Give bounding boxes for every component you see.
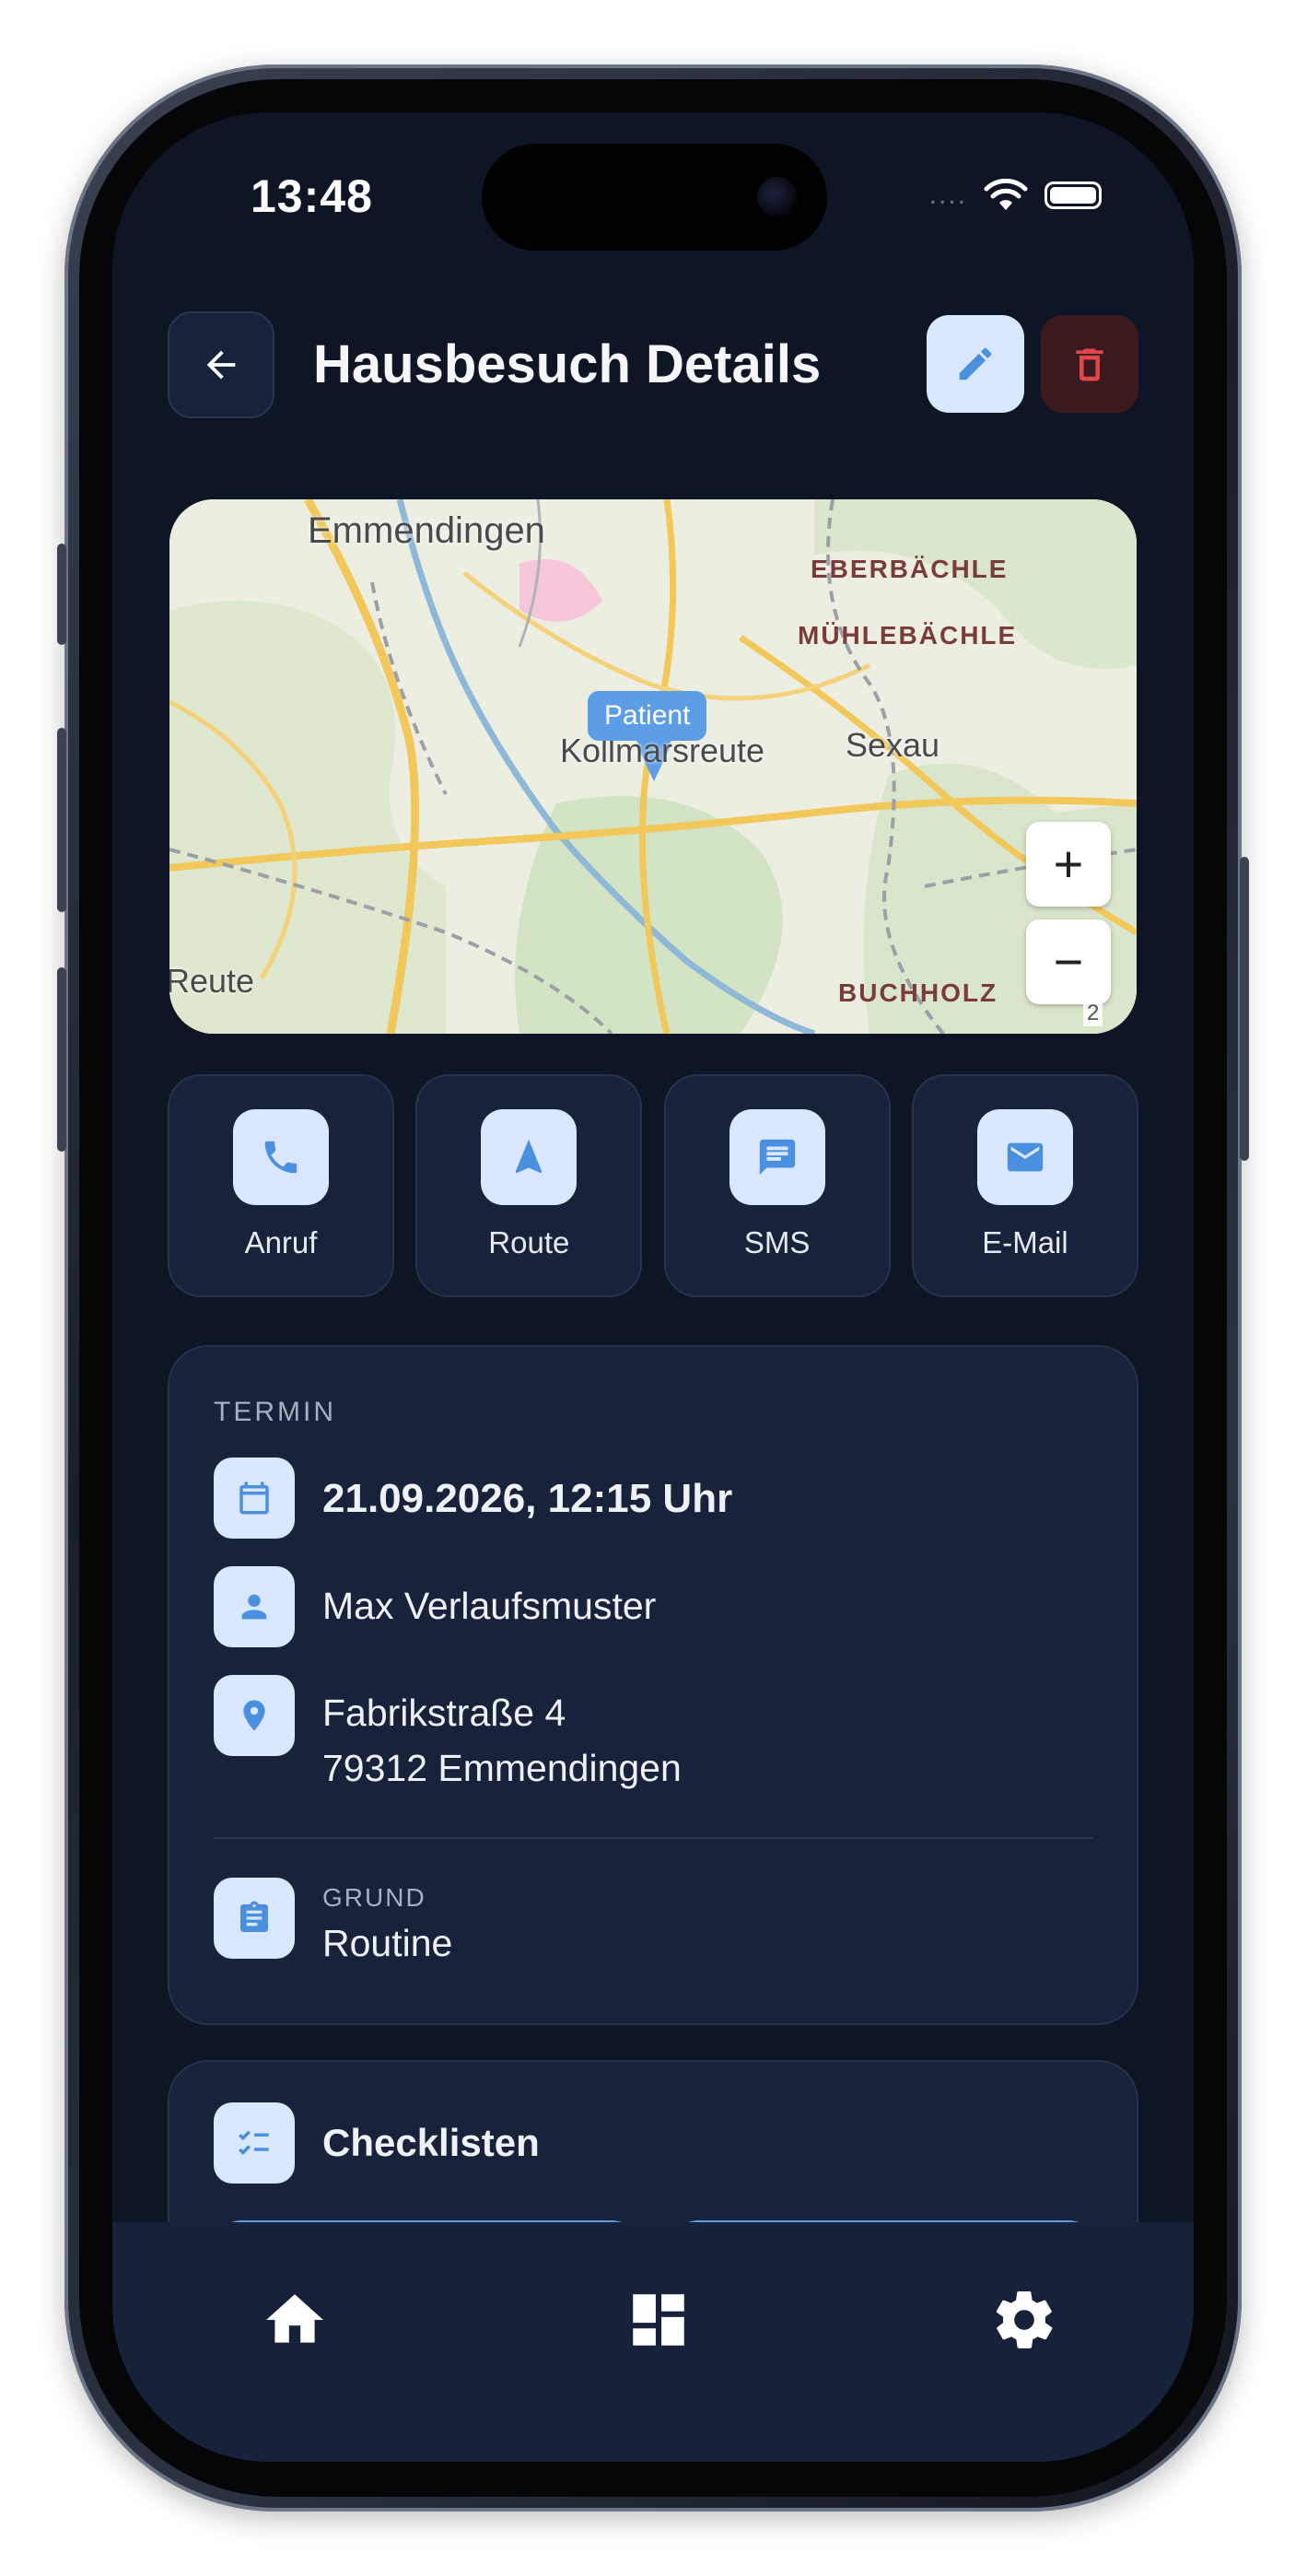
appointment-card: TERMIN 21.09.2026, 12:15 Uhr Max Verlauf…	[168, 1345, 1138, 2025]
email-label: E-Mail	[982, 1225, 1068, 1259]
appointment-date: 21.09.2026, 12:15 Uhr	[322, 1476, 733, 1521]
nav-settings[interactable]	[987, 2283, 1061, 2357]
home-icon	[266, 2294, 323, 2343]
volume-down-button	[57, 967, 66, 1152]
call-icon-tile	[233, 1109, 329, 1205]
location-pin-icon	[243, 1700, 265, 1731]
address-city: 79312 Emmendingen	[322, 1747, 682, 1789]
sms-icon-tile	[729, 1109, 825, 1205]
edit-button[interactable]	[927, 315, 1024, 413]
map-label-emmendingen: Emmendingen	[308, 510, 545, 551]
wifi-icon	[984, 179, 1028, 210]
battery-icon	[1044, 181, 1102, 209]
signal-dots: ....	[928, 180, 967, 210]
nav-home[interactable]	[258, 2283, 332, 2357]
navigation-arrow-icon	[515, 1139, 543, 1174]
map-label-sexau: Sexau	[846, 726, 940, 764]
back-button[interactable]	[168, 311, 274, 418]
email-icon-tile	[976, 1109, 1073, 1205]
arrow-left-icon	[206, 350, 236, 380]
map-view[interactable]: Emmendingen EBERBÄCHLE MÜHLEBÄCHLE Kollm…	[169, 499, 1137, 1034]
settings-gear-icon	[996, 2291, 1053, 2348]
address-icon-tile	[214, 1675, 295, 1756]
clipboard-icon	[240, 1901, 268, 1932]
checklists-title: Checklisten	[322, 2121, 540, 2164]
reason-label: GRUND	[322, 1883, 426, 1912]
route-icon-tile	[481, 1109, 578, 1205]
volume-up-button	[57, 728, 66, 912]
patient-name: Max Verlaufsmuster	[322, 1585, 657, 1627]
phone-icon	[264, 1141, 298, 1174]
patient-marker-label: Patient	[588, 691, 707, 741]
message-icon	[759, 1139, 795, 1176]
map-label-reute: Reute	[169, 962, 255, 1000]
reason-icon-tile	[214, 1878, 295, 1959]
calendar-icon	[239, 1481, 269, 1515]
checklist-icon-tile	[214, 2102, 295, 2184]
zoom-out-button[interactable]: −	[1026, 919, 1111, 1004]
status-time: 13:48	[251, 170, 373, 222]
call-label: Anruf	[244, 1225, 318, 1259]
sms-label: SMS	[743, 1225, 811, 1259]
email-action-button[interactable]: E-Mail	[911, 1074, 1138, 1297]
status-icons: ....	[929, 179, 1102, 212]
address-street: Fabrikstraße 4	[322, 1692, 566, 1734]
front-camera	[757, 177, 798, 217]
route-action-button[interactable]: Route	[415, 1074, 643, 1297]
map-label-buchholz: BUCHHOLZ	[838, 978, 998, 1007]
person-icon	[241, 1594, 267, 1620]
pencil-icon	[959, 347, 992, 381]
zoom-in-button[interactable]: +	[1026, 822, 1111, 907]
route-label: Route	[488, 1225, 570, 1259]
card-divider	[214, 1837, 1092, 1839]
power-button	[1240, 857, 1249, 1161]
mail-icon	[1007, 1142, 1044, 1172]
app-screen: 13:48 .... Hausbesuch Details Emmendinge…	[112, 112, 1194, 2462]
silent-switch	[57, 544, 66, 645]
nav-dashboard[interactable]	[622, 2283, 695, 2357]
map-attribution[interactable]: 2	[1083, 1001, 1103, 1026]
bottom-navigation	[112, 2222, 1194, 2462]
sms-action-button[interactable]: SMS	[663, 1074, 891, 1297]
dashboard-icon	[633, 2294, 684, 2346]
delete-button[interactable]	[1041, 315, 1138, 413]
call-action-button[interactable]: Anruf	[168, 1074, 394, 1297]
termin-section-label: TERMIN	[214, 1397, 336, 1427]
top-app-bar: Hausbesuch Details	[168, 311, 1138, 418]
map-label-muehlebaechle: MÜHLEBÄCHLE	[798, 621, 1018, 650]
page-title: Hausbesuch Details	[313, 334, 822, 394]
map-label-eberbaechle: EBERBÄCHLE	[811, 555, 1009, 583]
trash-icon	[1076, 348, 1103, 381]
reason-value: Routine	[322, 1922, 453, 1964]
date-icon-tile	[214, 1458, 295, 1539]
dynamic-island	[482, 144, 827, 251]
quick-actions: Anruf Route SMS E-Mail	[168, 1074, 1138, 1297]
checklist-icon	[239, 2130, 269, 2155]
patient-icon-tile	[214, 1566, 295, 1647]
